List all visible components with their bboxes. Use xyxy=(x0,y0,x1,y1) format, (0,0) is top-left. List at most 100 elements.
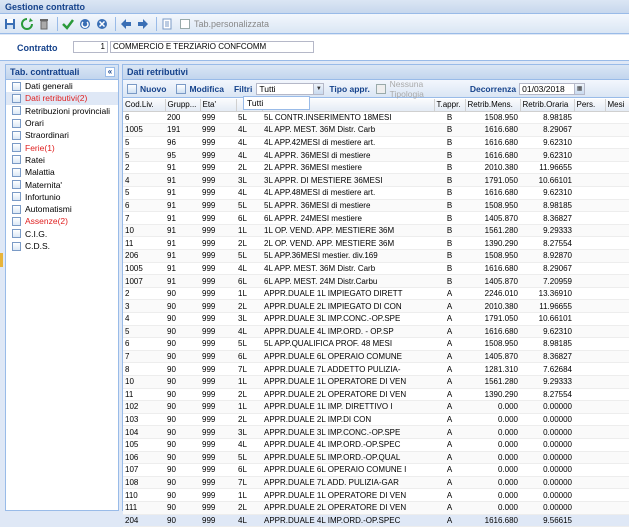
table-cell: 10 xyxy=(123,375,165,389)
table-row[interactable]: 107 90 999 6L APPR.DUALE 6L OPERAIO COMUNE I… xyxy=(123,463,629,477)
calendar-icon[interactable]: ▦ xyxy=(574,83,585,94)
nav-item[interactable]: Infortunio xyxy=(6,191,118,203)
column-header[interactable]: Grupp... xyxy=(165,99,201,112)
table-row[interactable]: 204 90 999 4L APPR.DUALE 4L IMP.ORD.-OP.SPEC… xyxy=(123,514,629,527)
table-cell xyxy=(605,249,629,263)
tab-personalizzata-checkbox[interactable]: Tab.personalizzata xyxy=(180,18,269,29)
table-row[interactable]: 103 90 999 2L APPR.DUALE 2L IMP.DI CON A 0.000… xyxy=(123,413,629,427)
nav-item[interactable]: Malattia xyxy=(6,166,118,178)
nav-item[interactable]: Ratei xyxy=(6,154,118,166)
table-row[interactable]: 6 91 999 5L 5L APPR. 36MESI di mestiere B 1508… xyxy=(123,199,629,213)
column-header[interactable]: Retrib.Mens. xyxy=(465,99,521,112)
table-cell: 1L xyxy=(236,488,262,502)
document-icon[interactable] xyxy=(160,17,174,31)
table-cell: 91 xyxy=(165,249,200,263)
table-row[interactable]: 11 90 999 2L APPR.DUALE 2L OPERATORE DI VEN A… xyxy=(123,388,629,402)
table-row[interactable]: 102 90 999 1L APPR.DUALE 1L IMP. DIRETTIVO I… xyxy=(123,400,629,414)
cancel-icon[interactable] xyxy=(95,17,109,31)
delete-icon[interactable] xyxy=(37,17,51,31)
nav-item[interactable]: C.I.G. xyxy=(6,228,118,240)
table-cell: 999 xyxy=(200,425,236,439)
table-cell xyxy=(605,463,629,477)
table-row[interactable]: 5 96 999 4L 4L APP.42MESI di mestiere art. B 1… xyxy=(123,136,629,150)
table-cell: 999 xyxy=(200,476,236,490)
document-icon xyxy=(12,93,21,103)
table-cell: 999 xyxy=(200,287,236,301)
nav-item[interactable]: Ferie(1) xyxy=(6,141,118,153)
table-cell: 1281.310 xyxy=(465,362,520,376)
table-row[interactable]: 111 90 999 2L APPR.DUALE 2L OPERATORE DI VEN… xyxy=(123,501,629,515)
nav-item[interactable]: C.D.S. xyxy=(6,240,118,252)
table-cell: 2L xyxy=(236,388,262,402)
nav-item[interactable]: Retribuzioni provinciali xyxy=(6,105,118,117)
filtri-select[interactable]: Tutti ▼ xyxy=(256,82,325,95)
table-row[interactable]: 5 90 999 4L APPR.DUALE 4L IMP.ORD. - OP.SP A 1… xyxy=(123,325,629,339)
table-row[interactable]: 104 90 999 3L APPR.DUALE 3L IMP.CONC.-OP.SPE… xyxy=(123,425,629,439)
table-cell: 10 xyxy=(123,224,165,238)
table-row[interactable]: 206 91 999 5L 5L APP.36MESI mestier. div.169… xyxy=(123,249,629,263)
column-header[interactable]: Eta' xyxy=(200,99,237,112)
table-row[interactable]: 108 90 999 7L APPR.DUALE 7L ADD. PULIZIA-GAR… xyxy=(123,476,629,490)
table-row[interactable]: 4 90 999 3L APPR.DUALE 3L IMP.CONC.-OP.SPE A 1… xyxy=(123,312,629,326)
table-row[interactable]: 2 90 999 1L APPR.DUALE 1L IMPIEGATO DIRETT A 2… xyxy=(123,287,629,301)
table-cell xyxy=(574,350,605,364)
table-row[interactable]: 105 90 999 4L APPR.DUALE 4L IMP.ORD.-OP.SPEC… xyxy=(123,438,629,452)
nav-item[interactable]: Automatismi xyxy=(6,203,118,215)
arrow-left-icon[interactable] xyxy=(119,17,133,31)
column-header[interactable]: Pers. xyxy=(574,99,606,112)
nav-item[interactable]: Dati generali xyxy=(6,80,118,92)
table-row[interactable]: 10 91 999 1L 1L OP. VEND. APP. MESTIERE 36M B… xyxy=(123,224,629,238)
table-cell: 90 xyxy=(165,488,200,502)
table-row[interactable]: 106 90 999 5L APPR.DUALE 5L IMP.ORD.-OP.QUAL… xyxy=(123,451,629,465)
chevron-down-icon[interactable]: ▼ xyxy=(313,83,324,94)
table-row[interactable]: 7 90 999 6L APPR.DUALE 6L OPERAIO COMUNE A 140… xyxy=(123,350,629,364)
table-row[interactable]: 7 91 999 6L 6L APPR. 24MESI mestiere B 1405.87… xyxy=(123,211,629,225)
nav-item[interactable]: Orari xyxy=(6,117,118,129)
decorrenza-date-field[interactable]: 01/03/2018 ▦ xyxy=(519,82,586,95)
table-row[interactable]: 4 91 999 3L 3L APPR. DI MESTIERE 36MESI B 1791… xyxy=(123,173,629,188)
table-row[interactable]: 6 90 999 5L 5L APP.QUALIFICA PROF. 48 MESI A 1… xyxy=(123,337,629,351)
table-row[interactable]: 11 91 999 2L 2L OP. VEND. APP. MESTIERE 36M B… xyxy=(123,236,629,251)
contract-code-field[interactable]: 1 xyxy=(73,41,108,53)
modifica-button[interactable]: Modifica xyxy=(176,83,224,94)
collapse-icon[interactable]: « xyxy=(105,67,115,77)
table-row[interactable]: 3 90 999 2L APPR.DUALE 2L IMPIEGATO DI CON A 2… xyxy=(123,299,629,313)
table-row[interactable]: 1007 91 999 6L 6L APP. MEST. 24M Distr.Carbu… xyxy=(123,274,629,288)
retribuzioni-table: Cod.Liv. Grupp... Eta' T.appr. Retrib.Mens. R… xyxy=(123,99,629,527)
table-cell: 4L xyxy=(236,148,262,162)
nuovo-button[interactable]: Nuovo xyxy=(127,83,166,94)
nessuna-tipologia-checkbox[interactable]: Nessuna Tipologia xyxy=(374,79,458,99)
column-header[interactable]: Mesi xyxy=(605,99,629,112)
table-cell xyxy=(605,199,629,213)
table-row[interactable]: 1005 191 999 4L 4L APP. MEST. 36M Distr. Car… xyxy=(123,123,629,137)
dropdown-option-tutti[interactable]: Tutti xyxy=(247,98,263,108)
nav-item[interactable]: Maternita' xyxy=(6,178,118,190)
save-icon[interactable] xyxy=(3,17,17,31)
table-cell: 90 xyxy=(165,287,200,301)
table-row[interactable]: 110 90 999 1L APPR.DUALE 1L OPERATORE DI VEN… xyxy=(123,488,629,502)
table-cell: 1508.950 xyxy=(465,111,520,125)
table-row[interactable]: 5 91 999 4L 4L APP.48MESI di mestiere art. B 1… xyxy=(123,186,629,200)
nav-item[interactable]: Assenze(2) xyxy=(6,215,118,227)
table-cell: 1405.870 xyxy=(465,211,520,225)
confirm-check-icon[interactable] xyxy=(61,17,75,31)
reload-icon[interactable] xyxy=(78,17,92,31)
table-row[interactable]: 8 90 999 7L APPR.DUALE 7L ADDETTO PULIZIA- A 1… xyxy=(123,362,629,376)
column-header[interactable]: T.appr. xyxy=(434,99,466,112)
refresh-icon[interactable] xyxy=(20,17,34,31)
tab-contrattuali-panel: Tab. contrattuali « Dati generali Dati re… xyxy=(5,64,119,511)
table-row[interactable]: 2 91 999 2L 2L APPR. 36MESI mestiere B 2010.38… xyxy=(123,161,629,175)
table-row[interactable]: 10 90 999 1L APPR.DUALE 1L OPERATORE DI VEN A… xyxy=(123,375,629,389)
nav-item[interactable]: Straordinari xyxy=(6,129,118,141)
column-header[interactable]: Retrib.Oraria xyxy=(520,99,575,112)
table-row[interactable]: 6 200 999 5L 5L CONTR.INSERIMENTO 18MESI B 150… xyxy=(123,111,629,125)
column-header[interactable]: Cod.Liv. xyxy=(123,99,166,112)
nav-item[interactable]: Dati retributivi(2) xyxy=(6,92,118,105)
table-row[interactable]: 1005 91 999 4L 4L APP. MEST. 36M Distr. Carb… xyxy=(123,262,629,276)
arrow-right-icon[interactable] xyxy=(136,17,150,31)
table-cell: 999 xyxy=(200,514,236,527)
table-cell: 8 xyxy=(123,362,165,376)
table-cell xyxy=(605,400,629,414)
splitter-marker[interactable] xyxy=(0,253,3,267)
table-row[interactable]: 5 95 999 4L 4L APPR. 36MESI di mestiere B 1616… xyxy=(123,148,629,162)
